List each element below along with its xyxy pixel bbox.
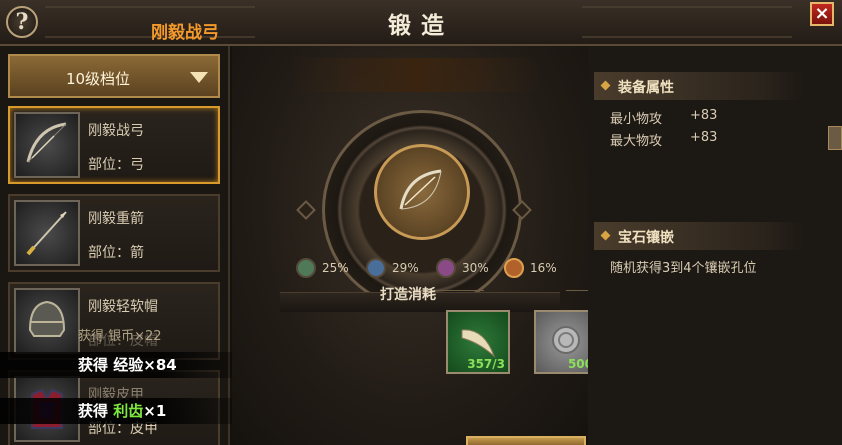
- toast-item: 利齿: [113, 402, 144, 420]
- section-title: 装备属性: [618, 80, 674, 96]
- gem-socket-desc: 随机获得3到4个镶嵌孔位: [610, 261, 757, 276]
- list-item-arrow[interactable]: 刚毅重箭 部位：箭: [8, 194, 220, 272]
- stat-value: +83: [690, 130, 718, 145]
- item-name: 刚毅轻软帽: [88, 299, 158, 315]
- diamond-bullet-icon: [600, 80, 611, 91]
- side-tab-handle[interactable]: [828, 126, 842, 150]
- gem-chance-value: 29%: [392, 261, 419, 275]
- item-list-panel: 10级档位 刚毅战弓 部位：弓 刚毅重箭 部位：箭 刚毅轻软帽 部位：皮帽 刚毅…: [0, 46, 230, 445]
- toast-prefix: 获得: [78, 402, 114, 420]
- toast-amount: ×84: [143, 356, 177, 374]
- item-name: 刚毅重箭: [88, 211, 144, 227]
- item-part: 部位：箭: [88, 245, 144, 261]
- cost-title: 打造消耗: [380, 287, 436, 303]
- item-name: 刚毅战弓: [88, 123, 144, 139]
- list-item-helmet[interactable]: 刚毅轻软帽 部位：皮帽: [8, 282, 220, 360]
- helmet-icon: [14, 288, 80, 354]
- gem-socket-header: 宝石镶嵌: [594, 222, 804, 250]
- purple-gem-icon: [436, 258, 456, 278]
- diamond-bullet-icon: [600, 230, 611, 241]
- arrow-icon: [14, 200, 80, 266]
- tier-dropdown[interactable]: 10级档位: [8, 54, 220, 98]
- blue-gem-icon: [366, 258, 386, 278]
- gem-chance-value: 30%: [462, 261, 489, 275]
- orange-gem-icon: [504, 258, 524, 278]
- toast-item: 经验: [113, 356, 144, 374]
- preview-title-banner: [292, 58, 542, 92]
- attributes-header: 装备属性: [594, 72, 804, 100]
- bow-icon[interactable]: [374, 144, 470, 240]
- stat-row: 最小物攻 +83: [610, 108, 717, 127]
- stat-value: +83: [690, 108, 718, 123]
- gem-chance-value: 25%: [322, 261, 349, 275]
- chevron-down-icon: [190, 72, 208, 83]
- green-gem-icon: [296, 258, 316, 278]
- material-count: 357/3: [467, 357, 505, 371]
- reward-toast: 获得 经验×84: [0, 352, 270, 378]
- stat-row: 最大物攻 +83: [610, 130, 717, 149]
- toast-amount: ×1: [143, 402, 167, 420]
- item-part: 部位：弓: [88, 157, 144, 173]
- reward-toast: 获得 利齿×1: [0, 398, 270, 424]
- forge-button[interactable]: [466, 436, 586, 445]
- close-button[interactable]: ×: [810, 2, 834, 26]
- stat-label: 最大物攻: [610, 134, 663, 149]
- ring-ornament: [296, 200, 316, 220]
- tier-dropdown-value: 10级档位: [65, 70, 131, 88]
- attributes-panel: 装备属性 最小物攻 +83 最大物攻 +83 宝石镶嵌 随机获得3到4个镶嵌孔位: [588, 46, 842, 445]
- toast-prefix: 获得: [78, 356, 114, 374]
- section-title: 宝石镶嵌: [618, 230, 674, 246]
- gem-chance-value: 16%: [530, 261, 557, 275]
- preview-title: 刚毅战弓: [151, 23, 219, 43]
- material-slot-fang[interactable]: 357/3: [446, 310, 510, 374]
- list-item-bow[interactable]: 刚毅战弓 部位：弓: [8, 106, 220, 184]
- stat-label: 最小物攻: [610, 112, 663, 127]
- bow-icon: [14, 112, 80, 178]
- preview-panel: 25% 29% 30% 16%: [232, 46, 588, 445]
- reward-toast-faded: 获得 银币×22: [78, 329, 162, 344]
